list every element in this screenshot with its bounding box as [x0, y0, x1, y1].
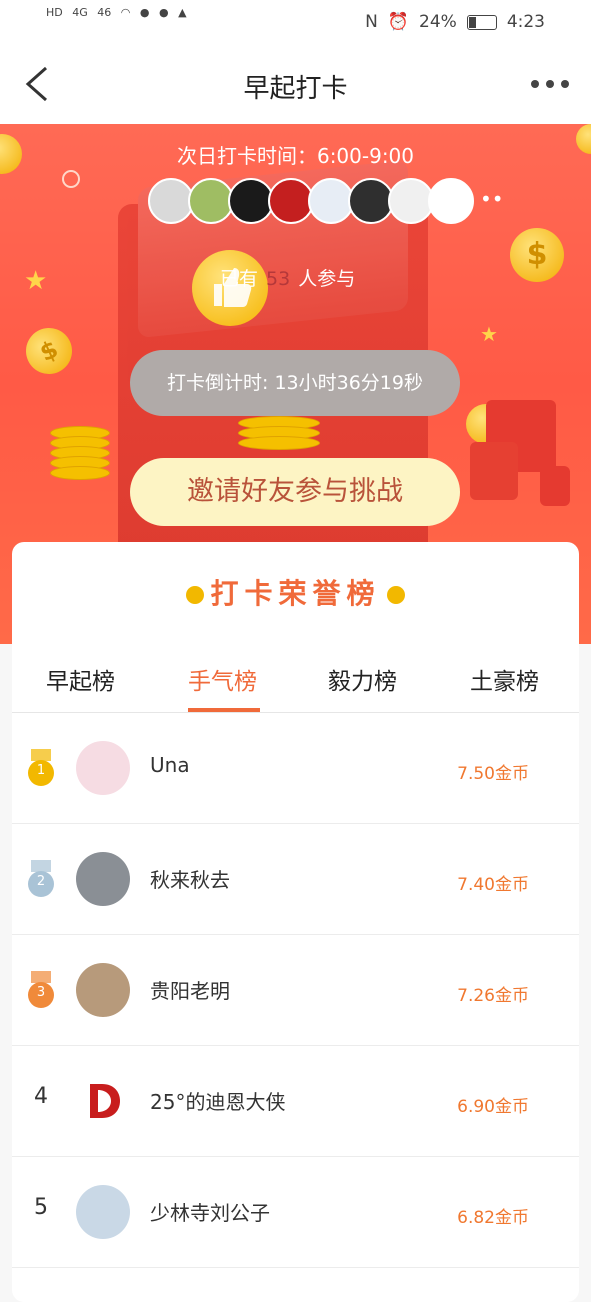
coin-icon: $ — [510, 228, 564, 282]
rank-medal-icon: 1 — [26, 749, 56, 789]
rank-number: 4 — [34, 1084, 48, 1109]
user-avatar — [76, 963, 130, 1017]
user-avatar — [76, 1074, 130, 1128]
nav-bar: 早起打卡 — [0, 44, 591, 124]
status-bar: HD 4G 46 ◠ ● ● ▲ N ⏰ 24% 4:23 — [0, 0, 591, 44]
page-title: 早起打卡 — [243, 74, 348, 104]
user-name: 25°的迪恩大侠 — [150, 1090, 286, 1114]
coin-stack-icon — [238, 416, 320, 450]
more-avatars-indicator: •• — [480, 187, 504, 211]
rank-medal-icon: 2 — [26, 860, 56, 900]
star-icon: ★ — [480, 322, 498, 346]
wechat-icon: ● — [139, 6, 150, 19]
red-packet-icon — [540, 466, 570, 506]
hd-indicator: HD — [46, 6, 63, 19]
ranking-row[interactable]: 3 贵阳老明 7.26金币 — [12, 935, 579, 1046]
medal-icon — [186, 586, 205, 604]
rank-number: 1 — [36, 763, 46, 778]
user-name: Una — [150, 753, 190, 777]
active-tab-indicator — [188, 708, 260, 712]
tab-early-riser[interactable]: 早起榜 — [46, 662, 115, 696]
user-avatar — [76, 741, 130, 795]
user-avatar — [76, 1185, 130, 1239]
coin-amount: 7.40金币 — [457, 875, 529, 895]
coin-amount: 7.26金币 — [457, 986, 529, 1006]
wifi-icon: ◠ — [120, 6, 131, 19]
signal-indicator-2: 46 — [97, 6, 112, 19]
medal-icon — [386, 586, 405, 604]
red-packet-icon — [470, 442, 518, 500]
status-left-indicators: HD 4G 46 ◠ ● ● ▲ — [46, 6, 193, 19]
battery-icon — [466, 14, 497, 30]
dot-icon — [546, 80, 554, 88]
ranking-tabs: 早起榜 手气榜 毅力榜 土豪榜 — [12, 642, 579, 713]
ranking-row[interactable]: 5 少林寺刘公子 6.82金币 — [12, 1157, 579, 1268]
signal-indicator: 4G — [72, 6, 88, 19]
ring-decoration-icon — [62, 170, 80, 188]
dot-icon — [561, 80, 569, 88]
user-name: 贵阳老明 — [150, 979, 230, 1003]
ranking-row[interactable]: 1 Una 7.50金币 — [12, 713, 579, 824]
coin-icon: $ — [18, 320, 80, 382]
battery-percent: 24% — [419, 12, 457, 32]
user-name: 秋来秋去 — [150, 868, 230, 892]
nfc-icon: N — [365, 12, 378, 32]
ranking-row[interactable]: 2 秋来秋去 7.40金币 — [12, 824, 579, 935]
dot-icon — [531, 80, 539, 88]
user-avatar — [76, 852, 130, 906]
tab-perseverance[interactable]: 毅力榜 — [328, 662, 397, 696]
tab-luck[interactable]: 手气榜 — [188, 662, 257, 696]
rank-number: 3 — [36, 985, 46, 1000]
participant-avatars[interactable]: •• — [148, 178, 504, 224]
rank-number: 2 — [36, 874, 46, 889]
participants-count: 已有 53 人参与 — [220, 268, 356, 290]
user-name: 少林寺刘公子 — [150, 1201, 270, 1225]
rank-number: 5 — [34, 1195, 48, 1220]
coin-amount: 6.82金币 — [457, 1208, 529, 1228]
wechat-icon-2: ● — [159, 6, 169, 19]
ranking-row[interactable]: 4 25°的迪恩大侠 6.90金币 — [12, 1046, 579, 1157]
clock: 4:23 — [506, 12, 545, 32]
tab-rich[interactable]: 土豪榜 — [470, 662, 539, 696]
ranking-heading: 打卡荣誉榜 — [12, 572, 579, 612]
coin-amount: 6.90金币 — [457, 1097, 529, 1117]
status-right: N ⏰ 24% 4:23 — [365, 12, 545, 32]
alarm-icon: ⏰ — [387, 12, 410, 32]
next-checkin-time: 次日打卡时间：6:00-9:00 — [176, 144, 415, 168]
honor-ranking-card: 打卡荣誉榜 早起榜 手气榜 毅力榜 土豪榜 1 Una 7.50金币 2 秋来秋去 7.4… — [12, 542, 579, 1302]
rank-medal-icon: 3 — [26, 971, 56, 1011]
coin-amount: 7.50金币 — [457, 764, 529, 784]
star-icon: ★ — [24, 266, 48, 296]
checkin-countdown: 打卡倒计时: 13小时36分19秒 — [130, 350, 460, 416]
participant-avatar — [428, 178, 474, 224]
qq-icon: ▲ — [178, 6, 187, 19]
invite-friends-button[interactable]: 邀请好友参与挑战 — [130, 458, 460, 526]
more-menu-button[interactable] — [531, 80, 569, 88]
coin-stack-icon — [50, 426, 110, 480]
